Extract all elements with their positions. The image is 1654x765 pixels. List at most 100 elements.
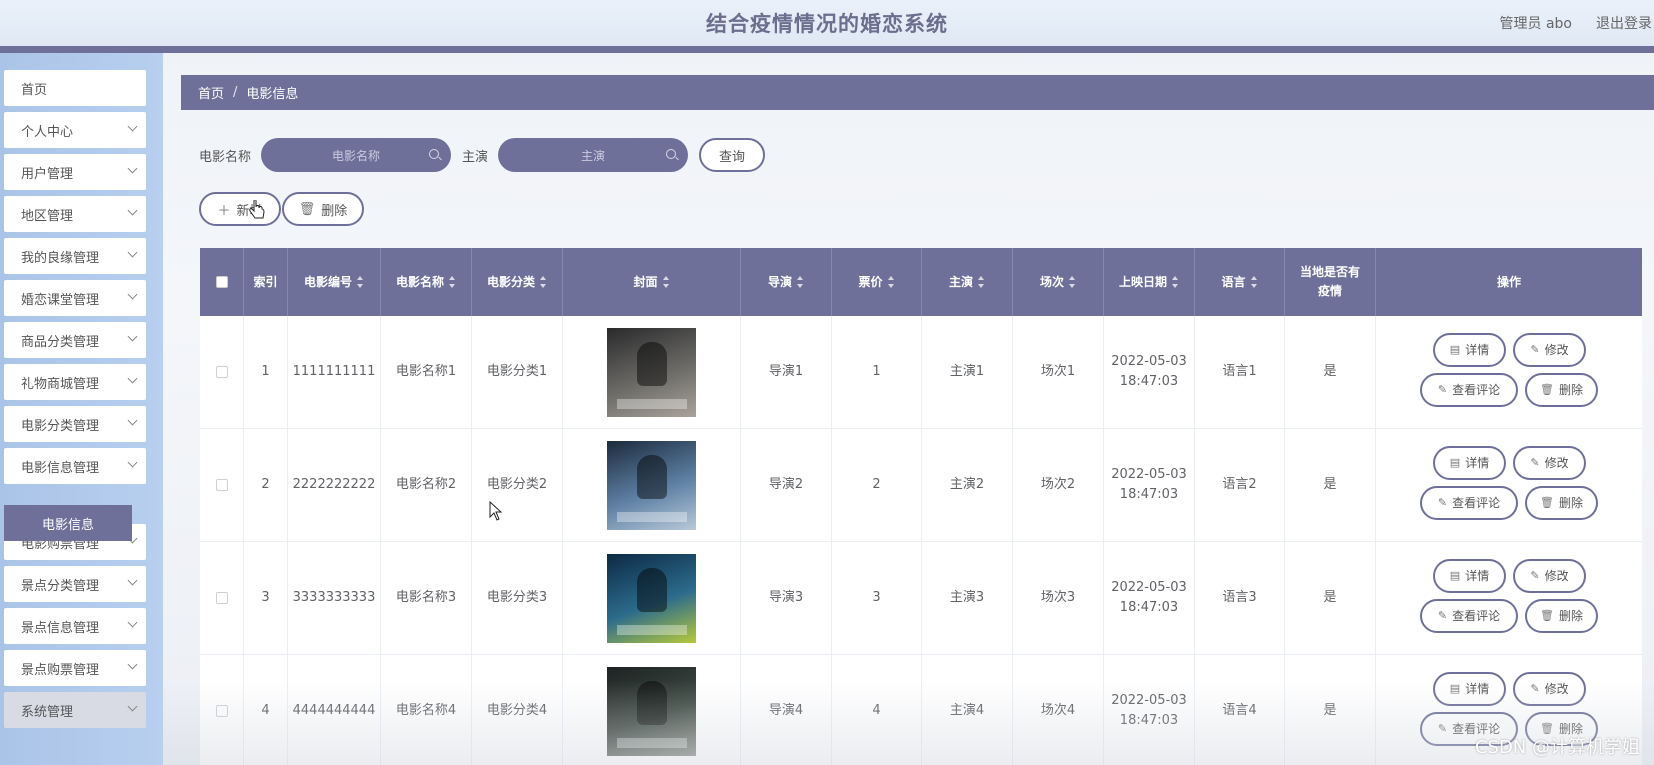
delete-button[interactable]: 🗑 删除 xyxy=(282,192,364,226)
column-header[interactable]: 语言 xyxy=(1195,248,1285,316)
chevron-down-icon xyxy=(127,659,138,670)
checkbox[interactable] xyxy=(215,276,228,288)
column-header[interactable]: 导演 xyxy=(741,248,832,316)
sort-icon[interactable] xyxy=(1069,276,1076,288)
sidebar-item-movie-info[interactable]: 电影信息管理 xyxy=(4,448,146,484)
table-row: 4 4444444444 电影名称4 电影分类4 导演4 4 主演4 场次4 2022-05-… xyxy=(200,655,1642,765)
sidebar: 首页 个人中心 用户管理 地区管理 我的良缘管理 婚恋课堂管理 商品分类管理 礼… xyxy=(0,53,163,765)
column-header[interactable]: 场次 xyxy=(1013,248,1104,316)
row-select[interactable] xyxy=(200,655,244,765)
cover-cell xyxy=(563,542,741,654)
chevron-down-icon xyxy=(127,205,138,216)
table-cell: 4 xyxy=(832,655,922,765)
sidebar-item-region-management[interactable]: 地区管理 xyxy=(4,196,146,232)
app-title: 结合疫情情况的婚恋系统 xyxy=(706,12,948,36)
sidebar-item-gift-mall[interactable]: 礼物商城管理 xyxy=(4,364,146,400)
sort-icon[interactable] xyxy=(540,276,547,288)
query-button[interactable]: 查询 xyxy=(699,138,765,172)
movie-cover-image[interactable] xyxy=(607,666,696,756)
table-cell: 电影分类1 xyxy=(472,316,563,428)
column-header[interactable]: 上映日期 xyxy=(1104,248,1195,316)
sort-icon[interactable] xyxy=(1250,276,1258,288)
movie-cover-image[interactable] xyxy=(607,327,696,417)
sidebar-item-label: 景点信息管理 xyxy=(21,620,100,636)
plus-icon: ＋ xyxy=(217,203,231,219)
row-select[interactable] xyxy=(200,542,244,654)
sidebar-item-home[interactable]: 首页 xyxy=(4,70,146,106)
sidebar-subitem-movie-info[interactable]: 电影信息 xyxy=(4,505,132,541)
sidebar-item-match-management[interactable]: 我的良缘管理 xyxy=(4,238,146,274)
sidebar-item-movie-category[interactable]: 电影分类管理 xyxy=(4,406,146,442)
movie-cover-image[interactable] xyxy=(607,440,696,530)
column-header[interactable]: 电影名称 xyxy=(381,248,472,316)
document-icon: ▤ xyxy=(1449,456,1461,469)
column-header[interactable]: 票价 xyxy=(832,248,922,316)
row-select[interactable] xyxy=(200,316,244,428)
column-header[interactable]: 主演 xyxy=(922,248,1013,316)
edit-button[interactable]: ✎ 修改 xyxy=(1513,559,1586,593)
watermark: CSDN @计算机学姐 xyxy=(1474,737,1640,758)
cell-actor: 主演3 xyxy=(949,590,985,605)
sidebar-item-system[interactable]: 系统管理 xyxy=(4,692,146,728)
actor-input[interactable]: 主演 xyxy=(498,138,688,172)
document-icon: ▤ xyxy=(1449,682,1461,695)
sort-icon[interactable] xyxy=(978,276,985,288)
checkbox[interactable] xyxy=(215,592,228,604)
edit-button[interactable]: ✎ 修改 xyxy=(1513,672,1586,706)
cell-language: 语言2 xyxy=(1222,477,1257,492)
sort-icon[interactable] xyxy=(887,276,895,288)
view-comments-button[interactable]: ✎ 查看评论 xyxy=(1420,373,1518,407)
checkbox[interactable] xyxy=(215,366,228,378)
checkbox[interactable] xyxy=(215,705,228,717)
document-icon: ▤ xyxy=(1449,343,1461,356)
sidebar-item-scenic-ticket[interactable]: 景点购票管理 xyxy=(4,650,146,686)
detail-button[interactable]: ▤ 详情 xyxy=(1433,446,1506,480)
detail-button[interactable]: ▤ 详情 xyxy=(1433,672,1506,706)
breadcrumb-home[interactable]: 首页 xyxy=(198,83,224,102)
cell-category: 电影分类4 xyxy=(486,703,548,718)
delete-row-button[interactable]: 🗑 删除 xyxy=(1525,373,1598,407)
sidebar-item-user-management[interactable]: 用户管理 xyxy=(4,154,146,190)
table-cell: 场次3 xyxy=(1013,542,1104,654)
sidebar-item-goods-category[interactable]: 商品分类管理 xyxy=(4,322,146,358)
sidebar-item-scenic-info[interactable]: 景点信息管理 xyxy=(4,608,146,644)
table-row: 3 3333333333 电影名称3 电影分类3 导演3 3 主演3 场次3 2022-05-… xyxy=(200,542,1642,655)
checkbox[interactable] xyxy=(215,479,228,491)
add-button[interactable]: ＋新增 xyxy=(199,192,281,226)
column-header[interactable]: 封面 xyxy=(563,248,741,316)
detail-button[interactable]: ▤ 详情 xyxy=(1433,333,1506,367)
sidebar-item-scenic-category[interactable]: 景点分类管理 xyxy=(4,566,146,602)
actor-placeholder: 主演 xyxy=(580,148,605,163)
column-header[interactable]: 当地是否有疫情 xyxy=(1285,248,1376,316)
logout-link[interactable]: 退出登录 xyxy=(1596,13,1652,33)
table-cell: 2022-05-03 18:47:03 xyxy=(1104,542,1195,654)
cell-language: 语言4 xyxy=(1222,703,1257,718)
movie-name-input[interactable]: 电影名称 xyxy=(261,138,451,172)
sort-icon[interactable] xyxy=(449,276,456,288)
cell-director: 导演4 xyxy=(768,703,804,718)
sidebar-item-class-management[interactable]: 婚恋课堂管理 xyxy=(4,280,146,316)
column-header[interactable]: 电影分类 xyxy=(472,248,563,316)
chevron-down-icon xyxy=(127,373,138,384)
delete-row-button[interactable]: 🗑 删除 xyxy=(1525,599,1598,633)
header-select-all[interactable] xyxy=(200,248,244,316)
cell-name: 电影名称2 xyxy=(395,477,457,492)
column-header[interactable]: 电影编号 xyxy=(288,248,381,316)
cell-actor: 主演1 xyxy=(949,364,985,379)
view-comments-button[interactable]: ✎ 查看评论 xyxy=(1420,486,1518,520)
table-header: 索引 电影编号 电影名称 电影分类 封面 导演 票价 主演 场次 上映日期 语言… xyxy=(200,248,1642,316)
view-comments-button[interactable]: ✎ 查看评论 xyxy=(1420,599,1518,633)
sort-icon[interactable] xyxy=(357,276,364,288)
row-select[interactable] xyxy=(200,429,244,541)
edit-button[interactable]: ✎ 修改 xyxy=(1513,333,1586,367)
detail-button[interactable]: ▤ 详情 xyxy=(1433,559,1506,593)
sort-icon[interactable] xyxy=(1172,276,1179,288)
cell-price: 2 xyxy=(872,477,881,492)
table-cell: 3 xyxy=(832,542,922,654)
delete-row-button[interactable]: 🗑 删除 xyxy=(1525,486,1598,520)
sort-icon[interactable] xyxy=(662,276,670,288)
movie-cover-image[interactable] xyxy=(607,553,696,643)
sort-icon[interactable] xyxy=(797,276,804,288)
edit-button[interactable]: ✎ 修改 xyxy=(1513,446,1586,480)
sidebar-item-personal-center[interactable]: 个人中心 xyxy=(4,112,146,148)
